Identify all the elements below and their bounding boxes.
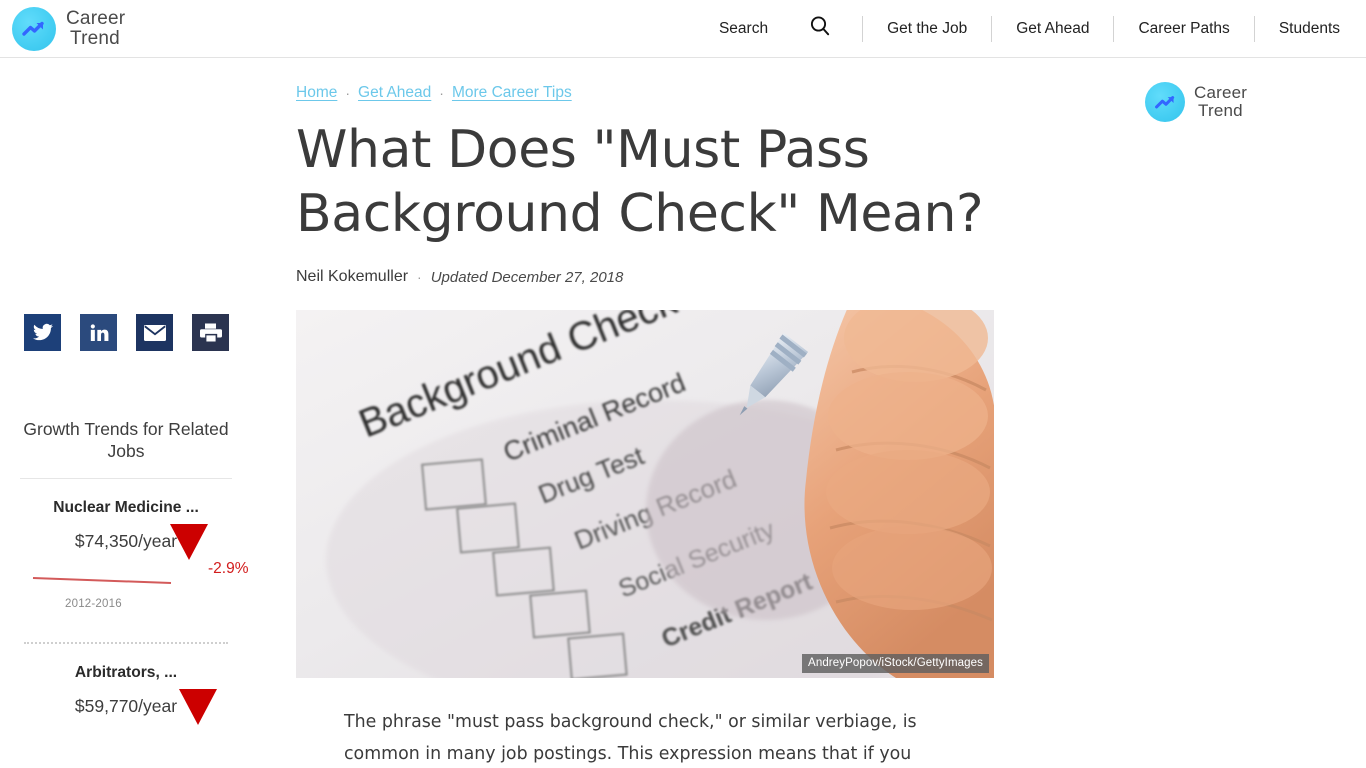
triangle-down-icon	[170, 524, 208, 577]
printer-icon	[199, 322, 223, 343]
main-content: Home · Get Ahead · More Career Tips What…	[296, 58, 996, 768]
nav-item-students[interactable]: Students	[1255, 20, 1340, 38]
trend-indicator: -2.9%	[170, 524, 249, 578]
nav-item-career-paths[interactable]: Career Paths	[1114, 20, 1253, 38]
site-header: Career Trend Search Get the Job Get Ahea…	[0, 0, 1366, 58]
sidebar-logo-text: Career Trend	[1194, 84, 1247, 120]
job-sparkline-row: 2012-2016 -2.9%	[20, 524, 249, 638]
job-title: Nuclear Medicine ...	[53, 499, 199, 516]
article-body-paragraph: The phrase "must pass background check,"…	[344, 712, 917, 764]
search-area: Search	[719, 14, 832, 43]
site-logo-text: Career Trend	[66, 7, 126, 49]
trend-arrow-icon	[12, 6, 56, 51]
brand-line-1: Career	[66, 7, 126, 29]
growth-job-entry[interactable]: Arbitrators, ... $59,770/year	[20, 644, 232, 768]
site-logo[interactable]: Career Trend	[12, 6, 126, 51]
linkedin-icon	[89, 323, 109, 343]
trend-indicator	[170, 689, 226, 743]
search-icon[interactable]	[808, 14, 832, 43]
growth-percentage: -2.9%	[208, 560, 249, 577]
brand-line-2: Trend	[70, 27, 120, 49]
breadcrumb-item-more-career-tips[interactable]: More Career Tips	[452, 84, 572, 102]
job-sparkline-row	[20, 689, 232, 768]
sparkline-year-range: 2012-2016	[65, 598, 122, 610]
sidebar-logo[interactable]: Career Trend	[1145, 58, 1366, 122]
breadcrumb: Home · Get Ahead · More Career Tips	[296, 58, 996, 102]
page-title: What Does "Must Pass Background Check" M…	[296, 120, 984, 244]
right-sidebar: Career Trend	[1145, 58, 1366, 122]
linkedin-share-button[interactable]	[80, 314, 117, 351]
breadcrumb-item-get-ahead[interactable]: Get Ahead	[358, 84, 431, 102]
breadcrumb-separator: ·	[345, 85, 351, 101]
growth-trends-widget: Growth Trends for Related Jobs Nuclear M…	[20, 418, 249, 768]
breadcrumb-separator: ·	[439, 85, 444, 101]
article-hero-image: Background Check Criminal Record Drug Te…	[296, 310, 994, 678]
brand-line-2: Trend	[1198, 101, 1243, 120]
byline-separator: ·	[417, 269, 422, 285]
updated-date: Updated December 27, 2018	[430, 268, 624, 286]
print-button[interactable]	[192, 314, 229, 351]
twitter-icon	[32, 323, 54, 343]
envelope-icon	[143, 324, 167, 342]
email-share-button[interactable]	[136, 314, 173, 351]
growth-trends-title: Growth Trends for Related Jobs	[23, 419, 229, 461]
image-credit: AndreyPopov/iStock/GettyImages	[802, 654, 989, 673]
share-buttons	[24, 314, 229, 351]
trend-arrow-icon	[1145, 82, 1185, 122]
brand-line-1: Career	[1194, 83, 1248, 102]
breadcrumb-item-home[interactable]: Home	[296, 84, 337, 102]
growth-job-entry[interactable]: Nuclear Medicine ... $74,350/year 2012-2…	[20, 479, 249, 644]
nav-item-get-the-job[interactable]: Get the Job	[863, 20, 991, 38]
left-sidebar: Growth Trends for Related Jobs Nuclear M…	[0, 58, 266, 768]
main-navigation: Search Get the Job Get Ahead Career Path…	[719, 0, 1366, 58]
twitter-share-button[interactable]	[24, 314, 61, 351]
author-name[interactable]: Neil Kokemuller	[296, 268, 408, 286]
search-label[interactable]: Search	[719, 20, 768, 38]
triangle-down-icon	[179, 689, 217, 742]
sparkline-chart	[32, 572, 172, 593]
nav-item-get-ahead[interactable]: Get Ahead	[992, 20, 1113, 38]
article-byline: Neil Kokemuller · Updated December 27, 2…	[296, 268, 996, 286]
page-body: Growth Trends for Related Jobs Nuclear M…	[0, 58, 1366, 768]
job-title: Arbitrators, ...	[74, 664, 178, 681]
